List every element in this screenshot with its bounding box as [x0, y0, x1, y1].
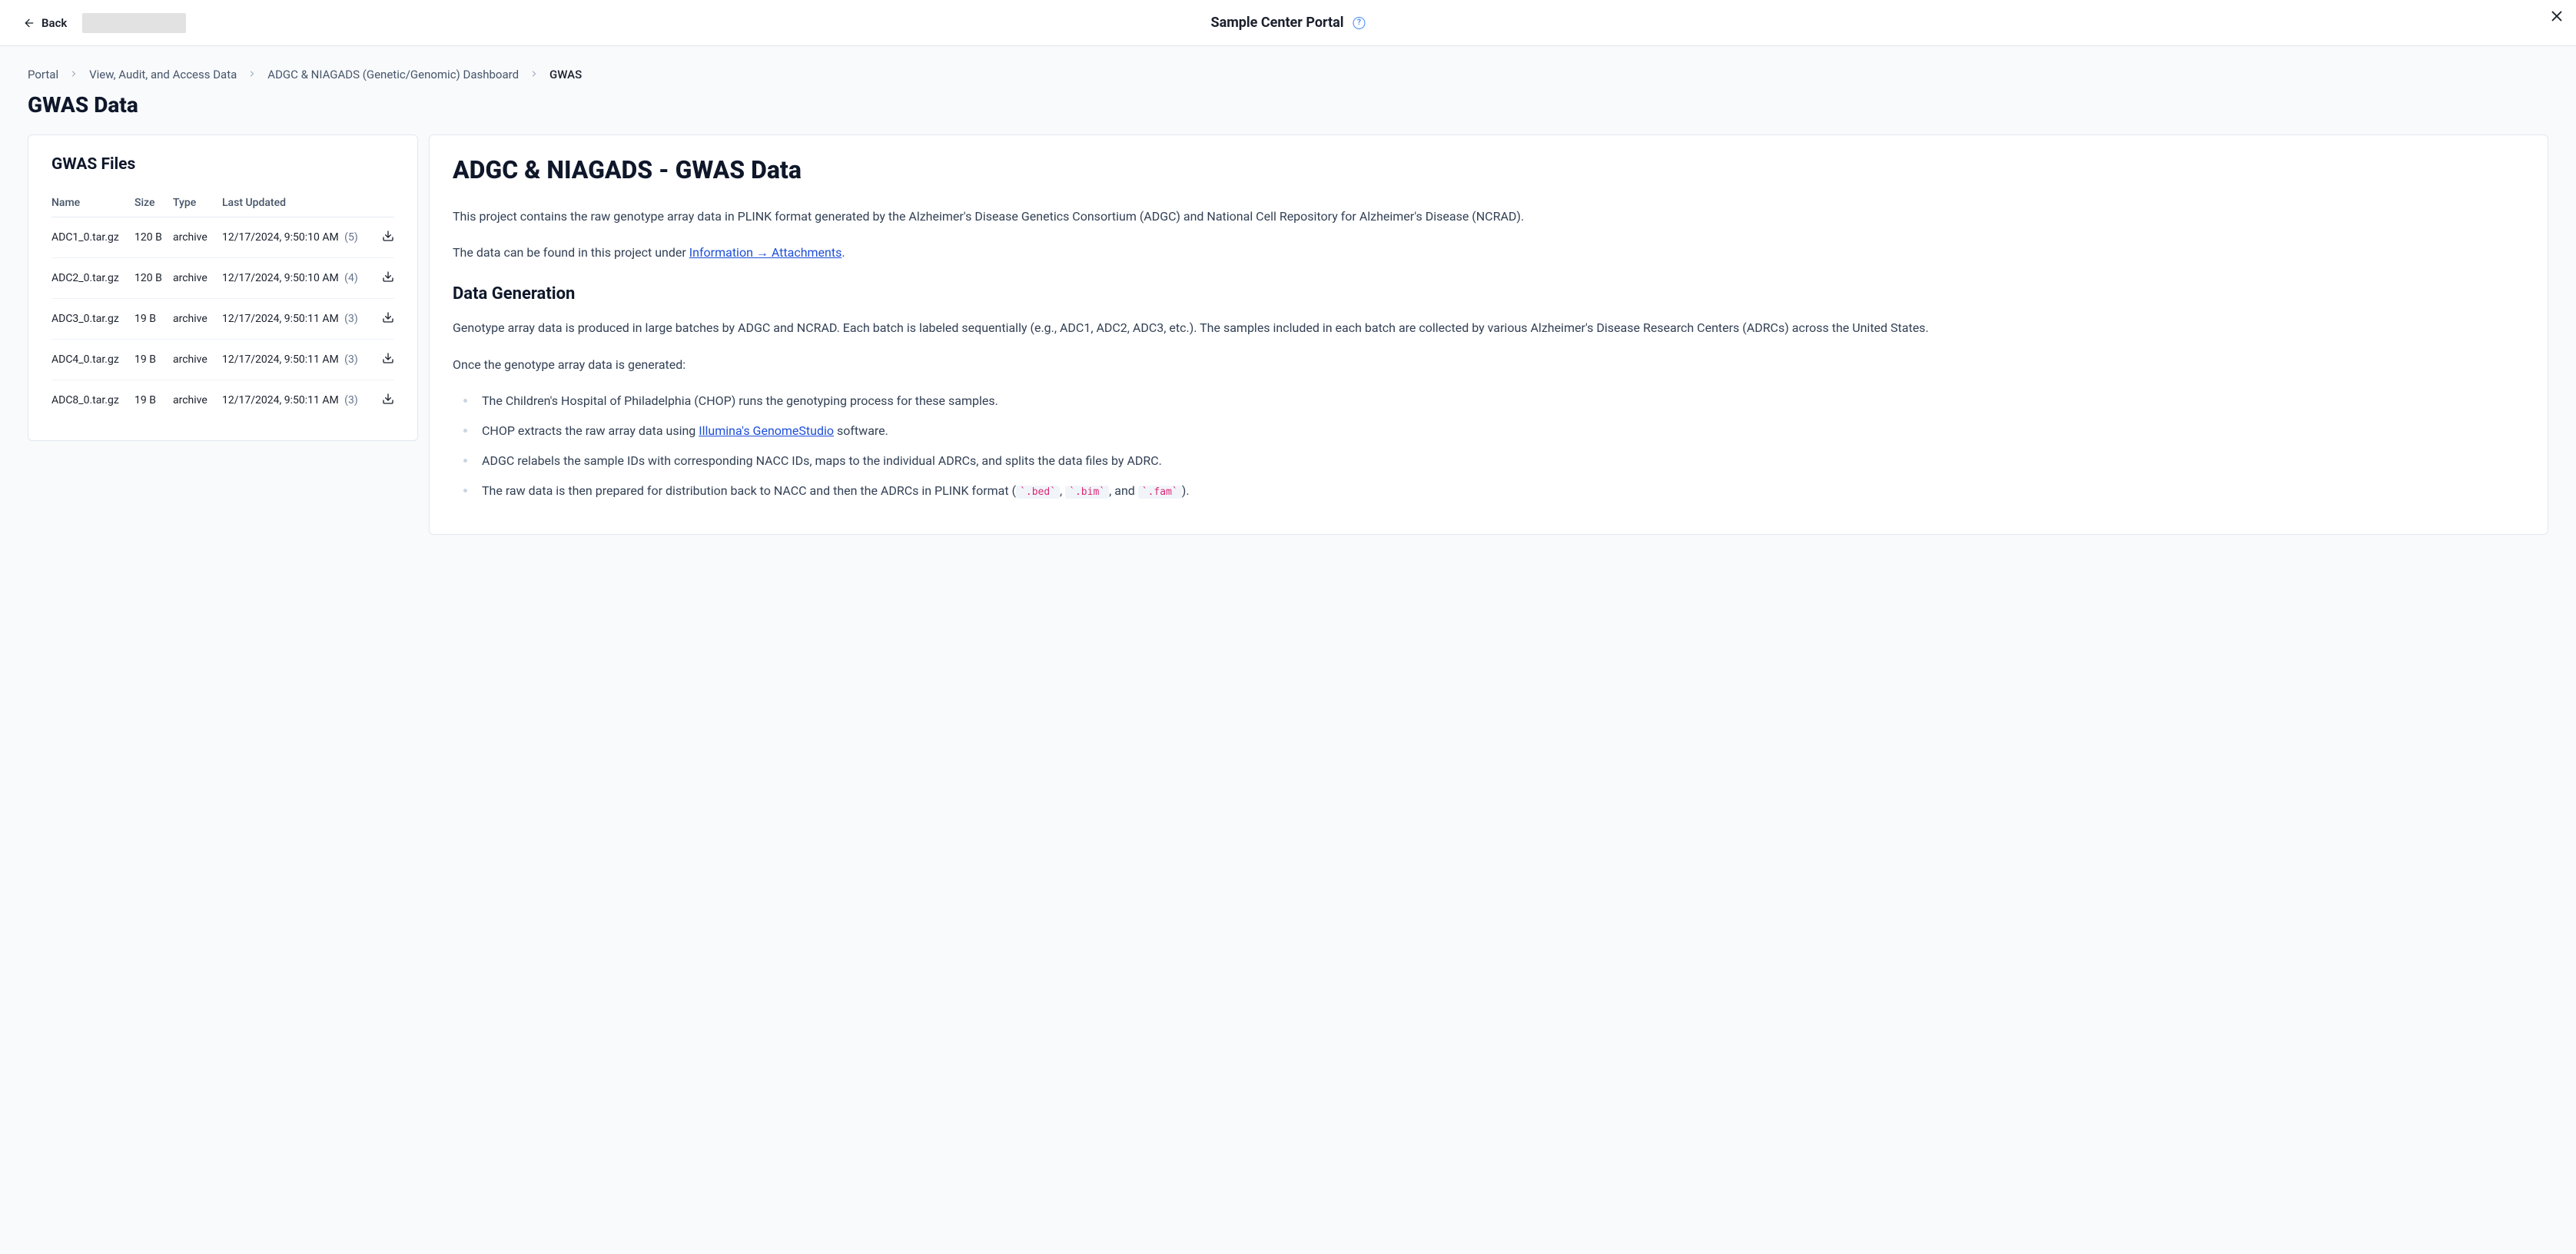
- file-rev: (5): [344, 231, 358, 244]
- file-type: archive: [173, 313, 222, 325]
- download-button[interactable]: [373, 230, 394, 245]
- code-bed: `.bed`: [1016, 486, 1060, 499]
- b2-suffix: software.: [834, 423, 888, 438]
- file-name: ADC1_0.tar.gz: [51, 231, 134, 244]
- download-icon: [382, 393, 394, 408]
- arrow-left-icon: [23, 17, 35, 29]
- table-row: ADC4_0.tar.gz19 Barchive12/17/2024, 9:50…: [51, 340, 394, 380]
- download-button[interactable]: [373, 352, 394, 367]
- download-icon: [382, 230, 394, 245]
- doc-title: ADGC & NIAGADS - GWAS Data: [453, 155, 2525, 184]
- file-type: archive: [173, 353, 222, 366]
- doc-bullet-list: The Children's Hospital of Philadelphia …: [453, 390, 2525, 502]
- help-icon[interactable]: ?: [1353, 17, 1366, 29]
- table-row: ADC1_0.tar.gz120 Barchive12/17/2024, 9:5…: [51, 217, 394, 258]
- col-header-name: Name: [51, 197, 134, 209]
- chevron-right-icon: [69, 68, 78, 81]
- files-table-header: Name Size Type Last Updated: [51, 189, 394, 217]
- file-name: ADC8_0.tar.gz: [51, 394, 134, 406]
- file-rev: (3): [344, 353, 358, 366]
- chevron-right-icon: [529, 68, 539, 81]
- download-button[interactable]: [373, 393, 394, 408]
- download-icon: [382, 352, 394, 367]
- breadcrumb-item[interactable]: Portal: [28, 68, 58, 81]
- placeholder-pill: [82, 13, 186, 33]
- doc-panel: ADGC & NIAGADS - GWAS Data This project …: [429, 134, 2548, 535]
- file-rev: (3): [344, 394, 358, 406]
- b4-mid2: , and: [1109, 483, 1138, 498]
- list-item: The Children's Hospital of Philadelphia …: [463, 390, 2525, 411]
- file-name: ADC2_0.tar.gz: [51, 272, 134, 284]
- file-updated: 12/17/2024, 9:50:11 AM (3): [222, 353, 373, 366]
- download-button[interactable]: [373, 311, 394, 327]
- doc-intro-p2: The data can be found in this project un…: [453, 242, 2525, 263]
- code-fam: `.fam`: [1138, 486, 1182, 499]
- chevron-right-icon: [247, 68, 257, 81]
- files-panel-heading: GWAS Files: [51, 155, 394, 174]
- file-size: 19 B: [134, 313, 173, 325]
- download-icon: [382, 311, 394, 327]
- col-header-updated: Last Updated: [222, 197, 373, 209]
- doc-intro-p1: This project contains the raw genotype a…: [453, 206, 2525, 227]
- file-size: 120 B: [134, 272, 173, 284]
- file-name: ADC4_0.tar.gz: [51, 353, 134, 366]
- col-header-type: Type: [173, 197, 222, 209]
- table-row: ADC8_0.tar.gz19 Barchive12/17/2024, 9:50…: [51, 380, 394, 420]
- file-type: archive: [173, 272, 222, 284]
- file-size: 120 B: [134, 231, 173, 244]
- doc-datagen-p2: Once the genotype array data is generate…: [453, 354, 2525, 375]
- download-icon: [382, 270, 394, 286]
- topbar: Back Sample Center Portal ?: [0, 0, 2576, 46]
- close-icon: [2548, 8, 2565, 25]
- breadcrumb-item: GWAS: [549, 68, 582, 81]
- list-item: The raw data is then prepared for distri…: [463, 480, 2525, 501]
- content-columns: GWAS Files Name Size Type Last Updated A…: [28, 134, 2548, 535]
- doc-datagen-p1: Genotype array data is produced in large…: [453, 317, 2525, 338]
- files-panel: GWAS Files Name Size Type Last Updated A…: [28, 134, 418, 441]
- doc-intro-p2-prefix: The data can be found in this project un…: [453, 245, 689, 260]
- file-updated: 12/17/2024, 9:50:10 AM (4): [222, 272, 373, 284]
- download-button[interactable]: [373, 270, 394, 286]
- file-updated: 12/17/2024, 9:50:11 AM (3): [222, 394, 373, 406]
- doc-h2-datagen: Data Generation: [453, 284, 2525, 304]
- file-type: archive: [173, 231, 222, 244]
- file-size: 19 B: [134, 353, 173, 366]
- table-row: ADC3_0.tar.gz19 Barchive12/17/2024, 9:50…: [51, 299, 394, 340]
- b4-suffix: ).: [1182, 483, 1190, 498]
- file-rev: (3): [344, 313, 358, 325]
- b2-prefix: CHOP extracts the raw array data using: [482, 423, 699, 438]
- file-name: ADC3_0.tar.gz: [51, 313, 134, 325]
- doc-intro-p2-suffix: .: [842, 245, 845, 260]
- list-item: ADGC relabels the sample IDs with corres…: [463, 450, 2525, 471]
- attachments-link[interactable]: Information → Attachments: [689, 245, 842, 260]
- breadcrumb-item[interactable]: ADGC & NIAGADS (Genetic/Genomic) Dashboa…: [267, 68, 519, 81]
- b4-prefix: The raw data is then prepared for distri…: [482, 483, 1016, 498]
- page-body: Portal View, Audit, and Access Data ADGC &…: [0, 46, 2576, 1254]
- list-item: CHOP extracts the raw array data using I…: [463, 420, 2525, 441]
- col-header-size: Size: [134, 197, 173, 209]
- app-title: Sample Center Portal: [1210, 15, 1343, 31]
- file-rev: (4): [344, 272, 358, 284]
- breadcrumb-item[interactable]: View, Audit, and Access Data: [89, 68, 237, 81]
- file-updated: 12/17/2024, 9:50:10 AM (5): [222, 231, 373, 244]
- back-label: Back: [41, 16, 67, 30]
- topbar-center: Sample Center Portal ?: [1210, 15, 1365, 31]
- files-table: Name Size Type Last Updated ADC1_0.tar.g…: [51, 189, 394, 420]
- page-title: GWAS Data: [28, 92, 2548, 118]
- table-row: ADC2_0.tar.gz120 Barchive12/17/2024, 9:5…: [51, 258, 394, 299]
- file-type: archive: [173, 394, 222, 406]
- breadcrumb: Portal View, Audit, and Access Data ADGC &…: [28, 46, 2548, 92]
- back-button[interactable]: Back: [23, 16, 67, 30]
- close-button[interactable]: [2548, 8, 2565, 28]
- genomestudio-link[interactable]: Illumina's GenomeStudio: [699, 423, 834, 438]
- file-updated: 12/17/2024, 9:50:11 AM (3): [222, 313, 373, 325]
- file-size: 19 B: [134, 394, 173, 406]
- code-bim: `.bim`: [1065, 486, 1109, 499]
